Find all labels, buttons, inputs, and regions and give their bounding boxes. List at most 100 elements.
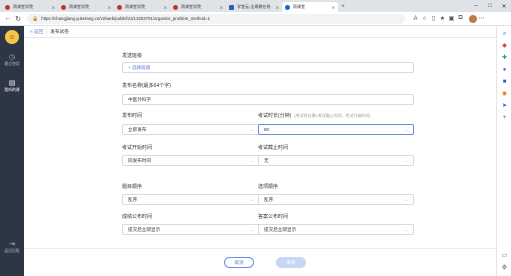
breadcrumb-separator: | [46,29,48,34]
score-release-value: 提交后立即显示 [128,226,161,232]
tab-title: 雨课堂学院 [13,4,33,9]
add-icon[interactable]: + [500,114,509,123]
rain-classroom-icon [61,4,66,10]
browser-tab[interactable]: 雨课堂学院 ✕ [58,2,114,12]
end-time-label: 考试截止时间 [258,145,289,151]
close-window-icon[interactable]: ✕ [497,3,511,10]
duration-value: 60 [264,127,270,132]
reload-icon[interactable]: ↻ [13,15,23,23]
split-screen-icon[interactable]: ▯ [429,15,438,22]
close-icon[interactable]: ✕ [276,5,279,10]
answer-release-value: 提交后立即显示 [264,226,297,232]
send-icon[interactable]: ➤ [500,102,509,111]
sidebar-item-label: 返回旧版 [4,249,20,253]
tab-title: 雨课堂学院 [125,4,145,9]
chevron-down-icon: ⌄ [250,158,254,163]
exit-icon: ⇥ [9,241,15,248]
publish-time-value: 立即发布 [128,126,147,132]
publish-name-input[interactable]: 中医外科学 [122,94,414,105]
new-tab-button[interactable]: + [338,2,348,12]
office-icon[interactable]: ■ [500,78,509,87]
url-text: https://changjiang.yuketang.cn/v2/web/pu… [41,16,211,21]
clock-icon: ◷ [8,54,16,61]
extensions-icon[interactable]: ⧉ [456,15,465,22]
tab-title: 雨课堂学院 [69,4,89,9]
browser-toolbar: A ☆ ▯ ★ ▣ ⧉ ⋯ [411,14,486,23]
browser-tab-strip: 雨课堂学院 ✕ 雨课堂学院 ✕ 雨课堂学院 ✕ 雨课堂学院 ✕ 学堂云-全周期在… [0,0,511,12]
end-time-select[interactable]: 无 ⌄ [258,155,414,166]
sidebar-toggle-icon[interactable]: ▭ [500,252,509,261]
collections-icon[interactable]: ▣ [447,15,456,22]
publish-name-label: 发布名称(最多64个字) [122,83,171,89]
app-logo: ☺ [5,30,19,44]
start-time-value: 同发布时间 [128,157,151,163]
sidebar-item-old-version[interactable]: ⇥ 返回旧版 [0,241,24,254]
option-order-value: 乱序 [264,196,274,202]
chevron-down-icon: ⌄ [250,197,254,202]
back-arrow-icon[interactable]: ← [3,15,13,22]
publish-time-label: 发布时间 [122,113,143,119]
publish-time-select[interactable]: 立即发布 ⌄ [122,124,260,135]
profile-avatar[interactable] [469,14,477,23]
duration-label: 考试时长(分钟) (考试时长需≤考试截止时间 - 考试开始时间) [258,112,371,119]
option-order-select[interactable]: 乱序 ⌄ [258,194,414,205]
xuetangyun-icon [229,4,234,10]
back-link[interactable]: < 返回 [30,29,43,35]
book-icon: ▤ [8,80,16,87]
tools-icon[interactable]: ✚ [500,54,509,63]
close-icon[interactable]: ✕ [52,5,55,10]
shopping-icon[interactable]: ◆ [500,42,509,51]
duration-select[interactable]: 60 ⌄ [258,124,414,135]
browser-tab[interactable]: 学堂云-全周期在线 ✕ [226,2,282,12]
browser-tab-active[interactable]: 雨课堂 ✕ [282,2,338,12]
duration-hint: (考试时长需≤考试截止时间 - 考试开始时间) [294,113,371,118]
rain-classroom-icon [285,4,290,10]
more-menu-icon[interactable]: ⋯ [477,15,486,22]
breadcrumb: < 返回 | 发布试卷 [24,26,496,38]
select-class-link[interactable]: + 选择班级 [128,65,150,71]
chevron-down-icon: ⌄ [404,227,408,232]
games-icon[interactable]: ● [500,66,509,75]
tab-title: 学堂云-全周期在线 [237,4,271,9]
send-class-label: 发送班级 [122,53,143,59]
close-icon[interactable]: ✕ [332,5,335,10]
option-order-label: 选项顺序 [258,184,279,190]
rain-classroom-icon [173,4,178,10]
answer-release-label: 答案公布时间 [258,214,289,220]
url-input[interactable]: 🔒 https://changjiang.yuketang.cn/v2/web/… [27,13,405,24]
read-aloud-icon[interactable]: A [411,16,420,22]
chevron-down-icon: ⌄ [404,127,408,132]
browser-tab[interactable]: 雨课堂学院 ✕ [2,2,58,12]
sidebar-item-recent[interactable]: ◷ 最近使用 [0,54,24,67]
search-icon[interactable]: ⌕ [500,30,509,39]
score-release-select[interactable]: 提交后立即显示 ⌄ [122,224,260,235]
cancel-button[interactable]: 取消 [224,257,254,268]
app-sidebar: ☺ ◷ 最近使用 ▤ 我听的课 ⇥ 返回旧版 [0,26,24,276]
browser-tab[interactable]: 雨课堂学院 ✕ [114,2,170,12]
settings-icon[interactable]: ⚙ [500,264,509,273]
publish-button[interactable]: 发布 [276,257,306,268]
favorite-star-icon[interactable]: ☆ [420,15,429,22]
form-footer: 取消 发布 [24,248,496,276]
question-order-value: 乱序 [128,196,138,202]
answer-release-select[interactable]: 提交后立即显示 ⌄ [258,224,414,235]
close-icon[interactable]: ✕ [108,5,111,10]
publish-form: 发送班级 + 选择班级 发布名称(最多64个字) 中医外科学 发布时间 立即发布… [24,38,496,248]
browser-side-panel: ⌕ ◆ ✚ ● ■ ◉ ➤ + ▭ ⚙ [496,26,511,276]
end-time-value: 无 [264,157,269,163]
chevron-down-icon: ⌄ [250,227,254,232]
browser-tab[interactable]: 雨课堂学院 ✕ [170,2,226,12]
close-icon[interactable]: ✕ [220,5,223,10]
minimize-icon[interactable]: – [469,3,483,9]
duration-label-text: 考试时长(分钟) [258,113,292,119]
start-time-select[interactable]: 同发布时间 ⌄ [122,155,260,166]
select-class-field[interactable]: + 选择班级 [122,62,414,73]
close-icon[interactable]: ✕ [164,5,167,10]
question-order-label: 题目顺序 [122,184,143,190]
question-order-select[interactable]: 乱序 ⌄ [122,194,260,205]
maximize-icon[interactable]: □ [483,3,497,9]
outlook-icon[interactable]: ◉ [500,90,509,99]
favorites-icon[interactable]: ★ [438,15,447,22]
window-controls: – □ ✕ [469,0,511,12]
sidebar-item-my-courses[interactable]: ▤ 我听的课 [0,80,24,93]
